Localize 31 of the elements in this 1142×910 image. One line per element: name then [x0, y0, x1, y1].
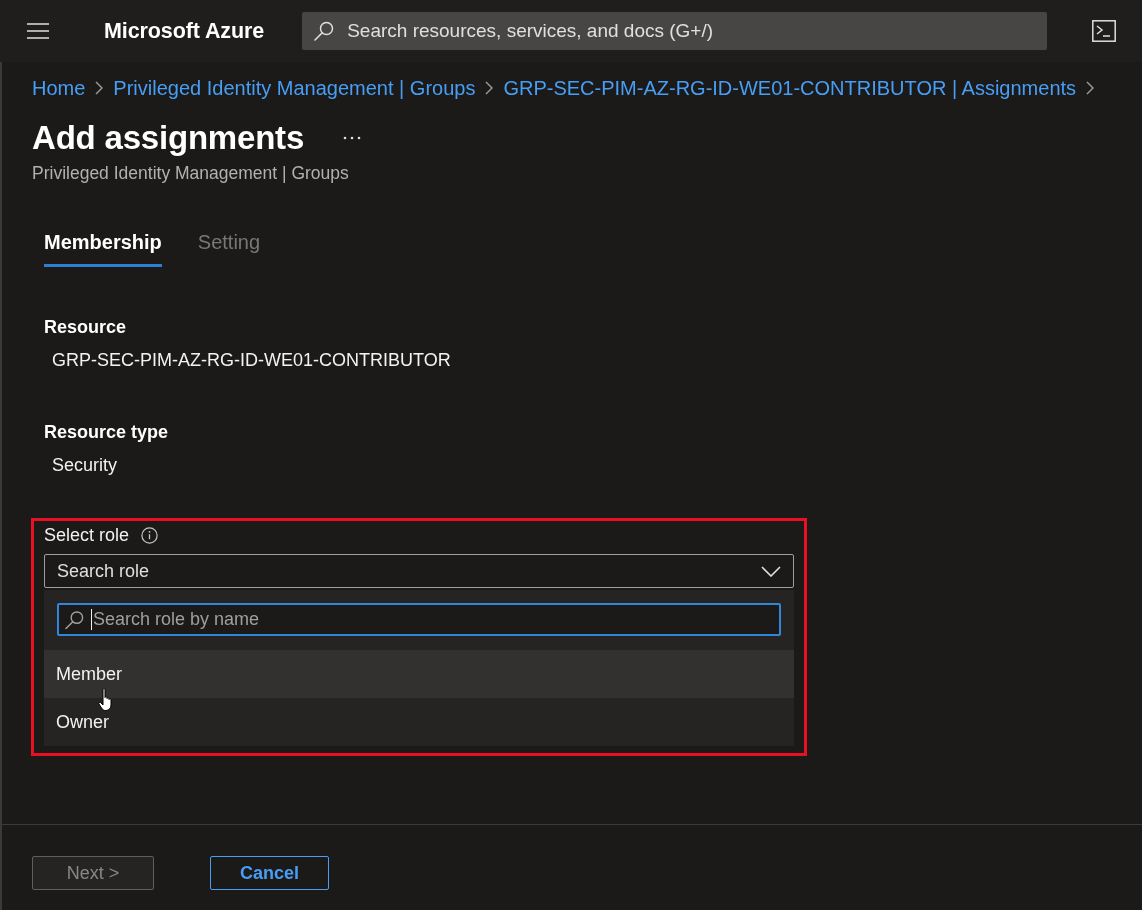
chevron-right-icon [95, 81, 104, 95]
search-icon [65, 610, 84, 629]
page-subtitle: Privileged Identity Management | Groups [32, 162, 349, 184]
chevron-right-icon [1086, 81, 1095, 95]
terminal-icon [1092, 20, 1116, 42]
text-caret [91, 609, 92, 630]
search-field[interactable]: Search resources, services, and docs (G+/) [302, 12, 1048, 50]
tab[interactable]: Membership [44, 228, 162, 267]
field-value: Security [52, 454, 118, 477]
breadcrumb-link[interactable]: Home [32, 76, 86, 100]
role-search-field[interactable]: Search role by name [57, 603, 781, 636]
hand-cursor-icon [98, 688, 115, 712]
menu-button[interactable] [27, 23, 49, 39]
chevron-right-icon [485, 81, 494, 95]
field-value: GRP-SEC-PIM-AZ-RG-ID-WE01-CONTRIBUTOR [52, 349, 451, 372]
breadcrumb-link[interactable]: Privileged Identity Management | Groups [113, 76, 476, 100]
search-icon [314, 21, 335, 41]
field-label: Resource [44, 316, 127, 339]
chevron-down-icon [761, 565, 781, 577]
terminal-button[interactable] [1092, 20, 1116, 42]
app-title: Microsoft Azure [104, 18, 265, 44]
field-label: Select role [44, 524, 130, 546]
menu-icon [27, 23, 49, 39]
more-icon [343, 136, 362, 140]
tab[interactable]: Setting [197, 228, 261, 267]
cancel-button[interactable]: Cancel [210, 856, 329, 890]
role-dropdown[interactable]: Search role [44, 554, 794, 588]
info-icon [141, 526, 159, 544]
page-title: Add assignments [32, 118, 305, 158]
breadcrumb-link[interactable]: GRP-SEC-PIM-AZ-RG-ID-WE01-CONTRIBUTOR | Assignments [503, 76, 1077, 100]
field-label: Resource type [44, 421, 169, 444]
